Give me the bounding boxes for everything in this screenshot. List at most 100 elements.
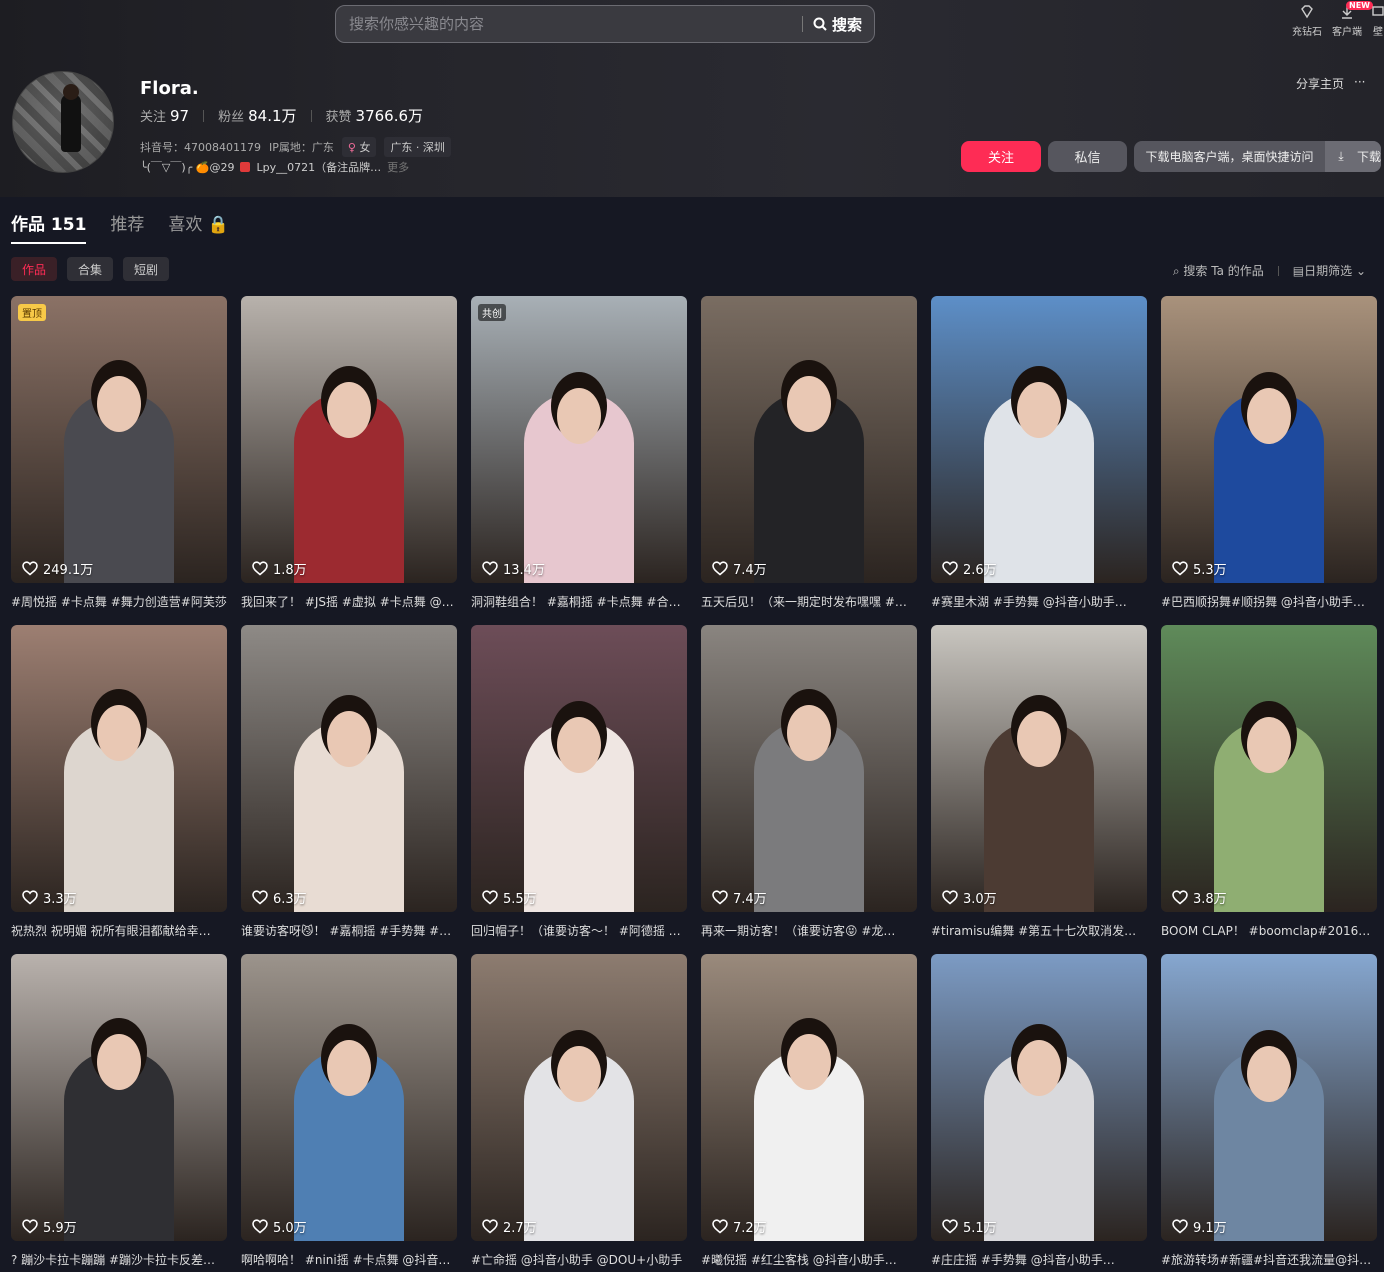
bio-text: ╰(￣▽￣)╭ 🍊@29 xyxy=(140,161,235,174)
video-thumbnail[interactable]: 6.3万 xyxy=(241,625,457,912)
tab-works[interactable]: 作品 151 xyxy=(11,210,87,244)
heart-icon xyxy=(942,890,958,905)
video-card[interactable]: 置顶 249.1万 #周悦摇 #卡点舞 #舞力创造营#阿芙莎 xyxy=(11,296,227,625)
subtab-short-dramas[interactable]: 短剧 xyxy=(123,257,170,281)
download-client-button[interactable]: 下载电脑客户端，桌面快捷访问 ⤓ 下载 xyxy=(1134,141,1381,172)
search-button[interactable]: 搜索 xyxy=(803,14,874,35)
video-thumbnail[interactable]: 5.9万 xyxy=(11,954,227,1241)
subtab-collections[interactable]: 合集 xyxy=(67,257,114,281)
video-caption[interactable]: 再来一期访客！（谁要访客😝 #龙… xyxy=(701,922,917,939)
recharge-button[interactable]: 充钻石 xyxy=(1292,4,1322,38)
message-button[interactable]: 私信 xyxy=(1048,141,1127,172)
video-caption[interactable]: 五天后见！（来一期定时发布嘿嘿 #… xyxy=(701,593,917,610)
heart-icon xyxy=(482,1219,498,1234)
like-count-value: 2.6万 xyxy=(963,563,997,578)
video-caption[interactable]: #庄庄摇 #手势舞 @抖音小助手… xyxy=(931,1251,1147,1268)
download-button[interactable]: ⤓ 下载 xyxy=(1325,141,1381,172)
video-thumbnail[interactable]: 5.0万 xyxy=(241,954,457,1241)
video-person-head xyxy=(1017,1040,1061,1096)
wallpaper-button[interactable]: 壁 xyxy=(1372,4,1384,38)
date-filter-button[interactable]: ▤日期筛选 ⌄ xyxy=(1293,262,1366,279)
tab-recommend[interactable]: 推荐 xyxy=(110,210,144,244)
video-card[interactable]: 3.8万 BOOM CLAP！ #boomclap#2016… xyxy=(1161,625,1377,954)
video-card[interactable]: 5.9万 ? 蹦沙卡拉卡蹦蹦 #蹦沙卡拉卡反差… xyxy=(11,954,227,1272)
video-thumbnail[interactable]: 7.2万 xyxy=(701,954,917,1241)
video-caption[interactable]: 回归帽子！（谁要访客～！ #阿德摇 … xyxy=(471,922,687,939)
more-options-icon[interactable]: ··· xyxy=(1354,75,1365,92)
video-card[interactable]: 5.3万 #巴西顺拐舞#顺拐舞 @抖音小助手… xyxy=(1161,296,1377,625)
video-card[interactable]: 5.5万回归帽子！（谁要访客～！ #阿德摇 … xyxy=(471,625,687,954)
like-count-value: 3.0万 xyxy=(963,892,997,907)
video-card[interactable]: 7.4万再来一期访客！（谁要访客😝 #龙… xyxy=(701,625,917,954)
video-thumbnail[interactable]: 5.3万 xyxy=(1161,296,1377,583)
video-caption[interactable]: 啊哈啊哈！ #nini摇 #卡点舞 @抖音… xyxy=(241,1251,457,1268)
video-caption[interactable]: 洞洞鞋组合！ #嘉桐摇 #卡点舞 #合… xyxy=(471,593,687,610)
video-thumbnail[interactable]: 3.0万 xyxy=(931,625,1147,912)
video-thumbnail[interactable]: 7.4万 xyxy=(701,625,917,912)
like-count-value: 3.3万 xyxy=(43,892,77,907)
video-caption[interactable]: #tiramisu编舞 #第五十七次取消发… xyxy=(931,922,1147,939)
wallpaper-label: 壁 xyxy=(1373,27,1383,38)
search-input[interactable] xyxy=(336,15,802,33)
like-count-value: 7.4万 xyxy=(733,563,767,578)
video-caption[interactable]: #赛里木湖 #手势舞 @抖音小助手… xyxy=(931,593,1147,610)
video-card[interactable]: 2.6万 #赛里木湖 #手势舞 @抖音小助手… xyxy=(931,296,1147,625)
video-caption[interactable]: #巴西顺拐舞#顺拐舞 @抖音小助手… xyxy=(1161,593,1377,610)
bio-more[interactable]: 更多 xyxy=(387,159,409,175)
video-card[interactable]: 9.1万 #旅游转场#新疆#抖音还我流量@抖… xyxy=(1161,954,1377,1272)
video-caption[interactable]: #旅游转场#新疆#抖音还我流量@抖… xyxy=(1161,1251,1377,1268)
video-caption[interactable]: 我回来了！ #JS摇 #虚拟 #卡点舞 @… xyxy=(241,593,457,610)
bio-link[interactable]: Lpy__0721（备注品牌… xyxy=(256,159,381,175)
search-bar[interactable]: 搜索 xyxy=(335,5,875,43)
video-card[interactable]: 3.3万祝热烈 祝明媚 祝所有眼泪都献给幸… xyxy=(11,625,227,954)
video-thumbnail[interactable]: 共创 13.4万 xyxy=(471,296,687,583)
subtab-works[interactable]: 作品 xyxy=(11,257,58,281)
video-card[interactable]: 5.1万 #庄庄摇 #手势舞 @抖音小助手… xyxy=(931,954,1147,1272)
like-count: 5.1万 xyxy=(942,1217,997,1236)
video-card[interactable]: 7.2万 #曦倪摇 #红尘客栈 @抖音小助手… xyxy=(701,954,917,1272)
video-card[interactable]: 共创 13.4万洞洞鞋组合！ #嘉桐摇 #卡点舞 #合… xyxy=(471,296,687,625)
video-thumbnail[interactable]: 置顶 249.1万 xyxy=(11,296,227,583)
video-card[interactable]: 5.0万啊哈啊哈！ #nini摇 #卡点舞 @抖音… xyxy=(241,954,457,1272)
following-stat[interactable]: 关注 97 xyxy=(140,106,189,125)
video-caption[interactable]: #曦倪摇 #红尘客栈 @抖音小助手… xyxy=(701,1251,917,1268)
like-count: 7.4万 xyxy=(712,888,767,907)
video-thumbnail[interactable]: 5.5万 xyxy=(471,625,687,912)
video-caption[interactable]: #周悦摇 #卡点舞 #舞力创造营#阿芙莎 xyxy=(11,593,227,610)
video-card[interactable]: 6.3万谁要访客呀😼！ #嘉桐摇 #手势舞 #… xyxy=(241,625,457,954)
follow-button[interactable]: 关注 xyxy=(961,141,1041,172)
new-badge: NEW xyxy=(1346,1,1373,10)
heart-icon xyxy=(1172,561,1188,576)
chevron-down-icon: ⌄ xyxy=(1355,264,1366,278)
heart-icon xyxy=(22,890,38,905)
video-thumbnail[interactable]: 5.1万 xyxy=(931,954,1147,1241)
video-thumbnail[interactable]: 7.4万 xyxy=(701,296,917,583)
video-thumbnail[interactable]: 2.6万 xyxy=(931,296,1147,583)
tab-likes[interactable]: 喜欢 🔒 xyxy=(168,210,229,244)
video-card[interactable]: 3.0万 #tiramisu编舞 #第五十七次取消发… xyxy=(931,625,1147,954)
video-card[interactable]: 1.8万我回来了！ #JS摇 #虚拟 #卡点舞 @… xyxy=(241,296,457,625)
client-button[interactable]: NEW 客户端 xyxy=(1332,1,1373,38)
video-thumbnail[interactable]: 2.7万 xyxy=(471,954,687,1241)
video-caption[interactable]: BOOM CLAP！ #boomclap#2016… xyxy=(1161,922,1377,939)
like-count-value: 6.3万 xyxy=(273,892,307,907)
video-caption[interactable]: ? 蹦沙卡拉卡蹦蹦 #蹦沙卡拉卡反差… xyxy=(11,1251,227,1268)
avatar[interactable] xyxy=(12,71,114,173)
video-caption[interactable]: 谁要访客呀😼！ #嘉桐摇 #手势舞 #… xyxy=(241,922,457,939)
search-works-button[interactable]: ⌕ 搜索 Ta 的作品 xyxy=(1173,262,1264,279)
like-count: 5.5万 xyxy=(482,888,537,907)
video-card[interactable]: 2.7万 #亡命摇 @抖音小助手 @DOU+小助手 xyxy=(471,954,687,1272)
video-card[interactable]: 7.4万五天后见！（来一期定时发布嘿嘿 #… xyxy=(701,296,917,625)
share-profile-button[interactable]: 分享主页 xyxy=(1296,75,1344,92)
video-thumbnail[interactable]: 1.8万 xyxy=(241,296,457,583)
video-thumbnail[interactable]: 3.3万 xyxy=(11,625,227,912)
search-icon xyxy=(813,17,827,31)
video-thumbnail[interactable]: 3.8万 xyxy=(1161,625,1377,912)
video-thumbnail[interactable]: 9.1万 xyxy=(1161,954,1377,1241)
video-caption[interactable]: 祝热烈 祝明媚 祝所有眼泪都献给幸… xyxy=(11,922,227,939)
top-right-icons: 充钻石 NEW 客户端 壁 xyxy=(1292,1,1384,38)
like-count: 5.9万 xyxy=(22,1217,77,1236)
fans-stat[interactable]: 粉丝 84.1万 xyxy=(218,105,296,126)
brand-icon xyxy=(240,162,251,172)
video-caption[interactable]: #亡命摇 @抖音小助手 @DOU+小助手 xyxy=(471,1251,687,1268)
